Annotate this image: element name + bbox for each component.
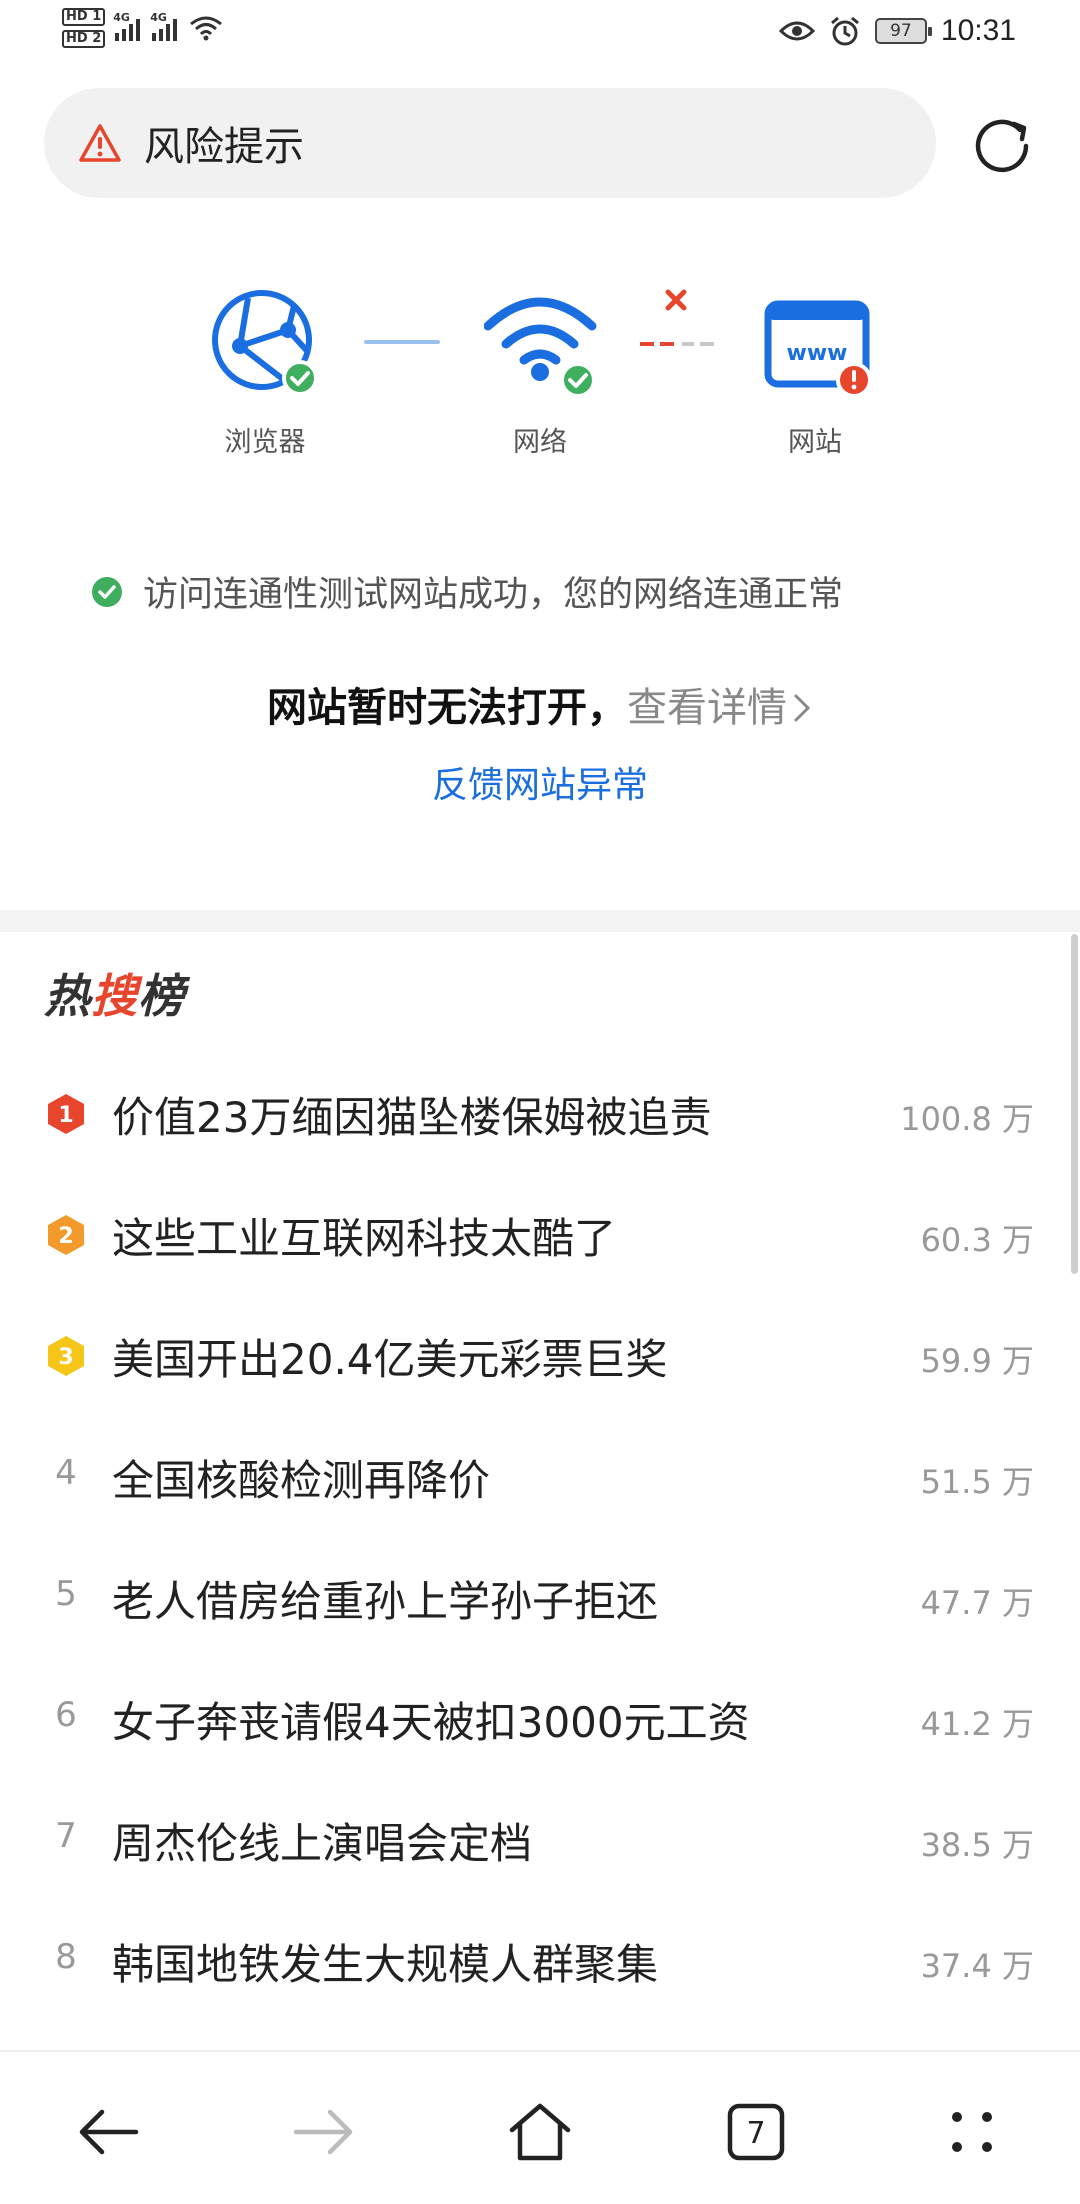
- section-divider: [0, 910, 1080, 932]
- tabs-icon: 7: [727, 2103, 785, 2161]
- refresh-icon[interactable]: [970, 112, 1034, 176]
- hot-item-text: 这些工业互联网科技太酷了: [112, 1214, 617, 1263]
- wifi-status-icon: [190, 16, 223, 41]
- hot-item-count: 47.7 万: [920, 1584, 1034, 1622]
- view-details-link[interactable]: 查看详情: [627, 685, 787, 731]
- sim2-hd-icon: HD 2: [62, 30, 106, 48]
- hot-title-part3: 榜: [138, 969, 185, 1023]
- address-bar[interactable]: 风险提示: [44, 88, 936, 198]
- hot-item-count: 38.5 万: [920, 1826, 1034, 1864]
- hot-item-count: 60.3 万: [920, 1221, 1034, 1259]
- signal2-icon: 4G: [150, 11, 178, 41]
- hot-item-2[interactable]: 2 这些工业互联网科技太酷了 60.3 万: [0, 1183, 1080, 1283]
- hot-item-text: 老人借房给重孙上学孙子拒还: [112, 1577, 659, 1626]
- net1-label: 4G: [113, 11, 130, 24]
- clock: 10:31: [940, 14, 1016, 47]
- hot-item-4[interactable]: 4 全国核酸检测再降价 51.5 万: [0, 1425, 1080, 1525]
- rank-number: 5: [55, 1574, 77, 1614]
- sim-indicators: HD 1 HD 2: [62, 8, 106, 48]
- feedback-link[interactable]: 反馈网站异常: [0, 756, 1080, 808]
- hot-item-7[interactable]: 7 周杰伦线上演唱会定档 38.5 万: [0, 1788, 1080, 1888]
- hot-item-count: 100.8 万: [900, 1100, 1034, 1138]
- signal1-icon: 4G: [113, 11, 141, 41]
- menu-icon: [952, 2112, 992, 2152]
- tabs-button[interactable]: 7: [716, 2092, 796, 2172]
- forward-button[interactable]: [284, 2092, 364, 2172]
- hot-title-part2: 搜: [91, 969, 138, 1023]
- browser-icon: [212, 290, 318, 396]
- rank-3-badge-icon: 3: [48, 1336, 84, 1376]
- hot-item-1[interactable]: 1 价值23万缅因猫坠楼保姆被追责 100.8 万: [0, 1062, 1080, 1162]
- battery-icon: 97: [874, 18, 932, 44]
- svg-text:www: www: [787, 341, 848, 366]
- rank-2-badge-icon: 2: [48, 1215, 84, 1255]
- warning-icon: [79, 124, 121, 162]
- website-label: 网站: [788, 427, 842, 458]
- rank-number: 8: [55, 1937, 77, 1977]
- alarm-icon: [830, 16, 859, 46]
- hot-item-count: 41.2 万: [920, 1705, 1034, 1743]
- svg-text:2: 2: [58, 1224, 73, 1249]
- home-button[interactable]: [500, 2092, 580, 2172]
- hot-item-text: 女子奔丧请假4天被扣3000元工资: [112, 1698, 750, 1747]
- website-icon: www: [764, 300, 872, 398]
- error-headline: 网站暂时无法打开，查看详情: [0, 675, 1080, 733]
- back-icon: [79, 2109, 139, 2155]
- hot-title-part1: 热: [44, 969, 91, 1023]
- svg-text:3: 3: [58, 1345, 73, 1370]
- rank-number: 7: [55, 1816, 77, 1856]
- network-wifi-icon: [484, 297, 597, 398]
- network-label: 网络: [513, 427, 567, 458]
- hot-item-text: 价值23万缅因猫坠楼保姆被追责: [112, 1093, 712, 1142]
- hot-item-count: 51.5 万: [920, 1463, 1034, 1501]
- hot-item-text: 韩国地铁发生大规模人群聚集: [112, 1940, 659, 1989]
- hot-item-5[interactable]: 5 老人借房给重孙上学孙子拒还 47.7 万: [0, 1546, 1080, 1646]
- home-icon: [509, 2103, 571, 2161]
- rank-number: 4: [55, 1453, 77, 1493]
- hot-item-6[interactable]: 6 女子奔丧请假4天被扣3000元工资 41.2 万: [0, 1667, 1080, 1767]
- rank-1-badge-icon: 1: [48, 1094, 84, 1134]
- headline-main: 网站暂时无法打开，: [267, 685, 627, 731]
- bottom-toolbar: 7: [0, 2050, 1080, 2204]
- hot-item-text: 美国开出20.4亿美元彩票巨奖: [112, 1335, 668, 1384]
- hot-item-text: 周杰伦线上演唱会定档: [112, 1819, 533, 1868]
- hot-search-title: 热搜榜: [44, 960, 185, 1026]
- back-button[interactable]: [68, 2092, 148, 2172]
- rank-number: 6: [55, 1695, 77, 1735]
- hot-item-count: 37.4 万: [920, 1947, 1034, 1985]
- chevron-right-icon[interactable]: [791, 691, 813, 725]
- address-text: 风险提示: [144, 124, 304, 170]
- eye-icon: [778, 21, 815, 41]
- connection-failed-icon: [640, 289, 714, 346]
- svg-text:7: 7: [746, 2116, 765, 2151]
- browser-network-link: [364, 340, 440, 344]
- menu-button[interactable]: [932, 2092, 1012, 2172]
- hot-item-count: 59.9 万: [920, 1342, 1034, 1380]
- hot-item-3[interactable]: 3 美国开出20.4亿美元彩票巨奖 59.9 万: [0, 1304, 1080, 1404]
- connectivity-message: 访问连通性测试网站成功，您的网络连通正常: [143, 575, 844, 615]
- connectivity-status: 访问连通性测试网站成功，您的网络连通正常: [91, 566, 843, 617]
- net2-label: 4G: [150, 11, 167, 24]
- status-left: HD 1 HD 2 4G 4G: [62, 8, 223, 48]
- sim1-hd-icon: HD 1: [62, 8, 106, 26]
- status-right: 97 10:31: [778, 14, 1016, 48]
- hot-item-text: 全国核酸检测再降价: [112, 1456, 491, 1505]
- browser-label: 浏览器: [224, 427, 306, 458]
- status-bar: HD 1 HD 2 4G 4G 97 10:31: [0, 0, 1080, 70]
- hot-item-8[interactable]: 8 韩国地铁发生大规模人群聚集 37.4 万: [0, 1909, 1080, 2009]
- check-circle-icon: [92, 576, 122, 607]
- forward-icon: [293, 2109, 353, 2155]
- svg-text:1: 1: [58, 1103, 73, 1128]
